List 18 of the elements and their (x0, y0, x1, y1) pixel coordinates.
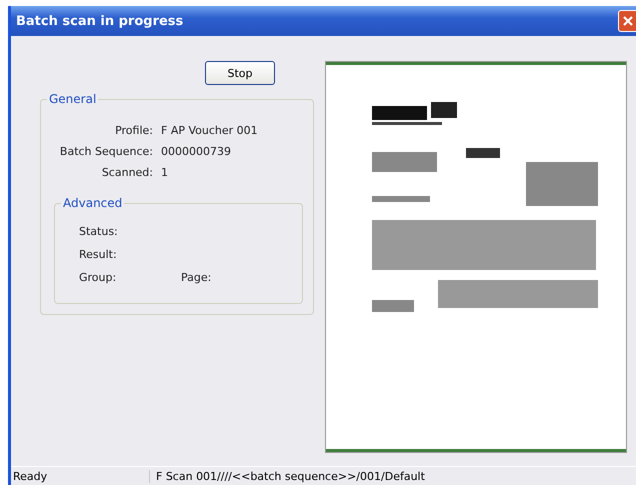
group-title: Advanced (61, 196, 124, 210)
close-icon (622, 15, 634, 27)
window-title: Batch scan in progress (15, 14, 184, 28)
field-label: Group: (79, 271, 118, 284)
field-value: F AP Voucher 001 (161, 124, 259, 137)
close-button[interactable] (618, 10, 636, 32)
group-title: General (47, 92, 98, 106)
field-label: Status: (79, 225, 119, 238)
field-label: Page: (181, 271, 212, 284)
field-value: 0000000739 (161, 145, 232, 158)
status-text: Ready (11, 470, 150, 482)
field-value: 1 (161, 166, 169, 179)
status-text: F Scan 001////<<batch sequence>>/001/Default (155, 470, 425, 482)
field-label: Result: (79, 248, 118, 261)
field-label: Batch Sequence: (58, 145, 153, 158)
field-label: Scanned: (100, 166, 153, 179)
field-label: Profile: (114, 124, 153, 137)
stop-button[interactable]: Stop (205, 61, 275, 85)
